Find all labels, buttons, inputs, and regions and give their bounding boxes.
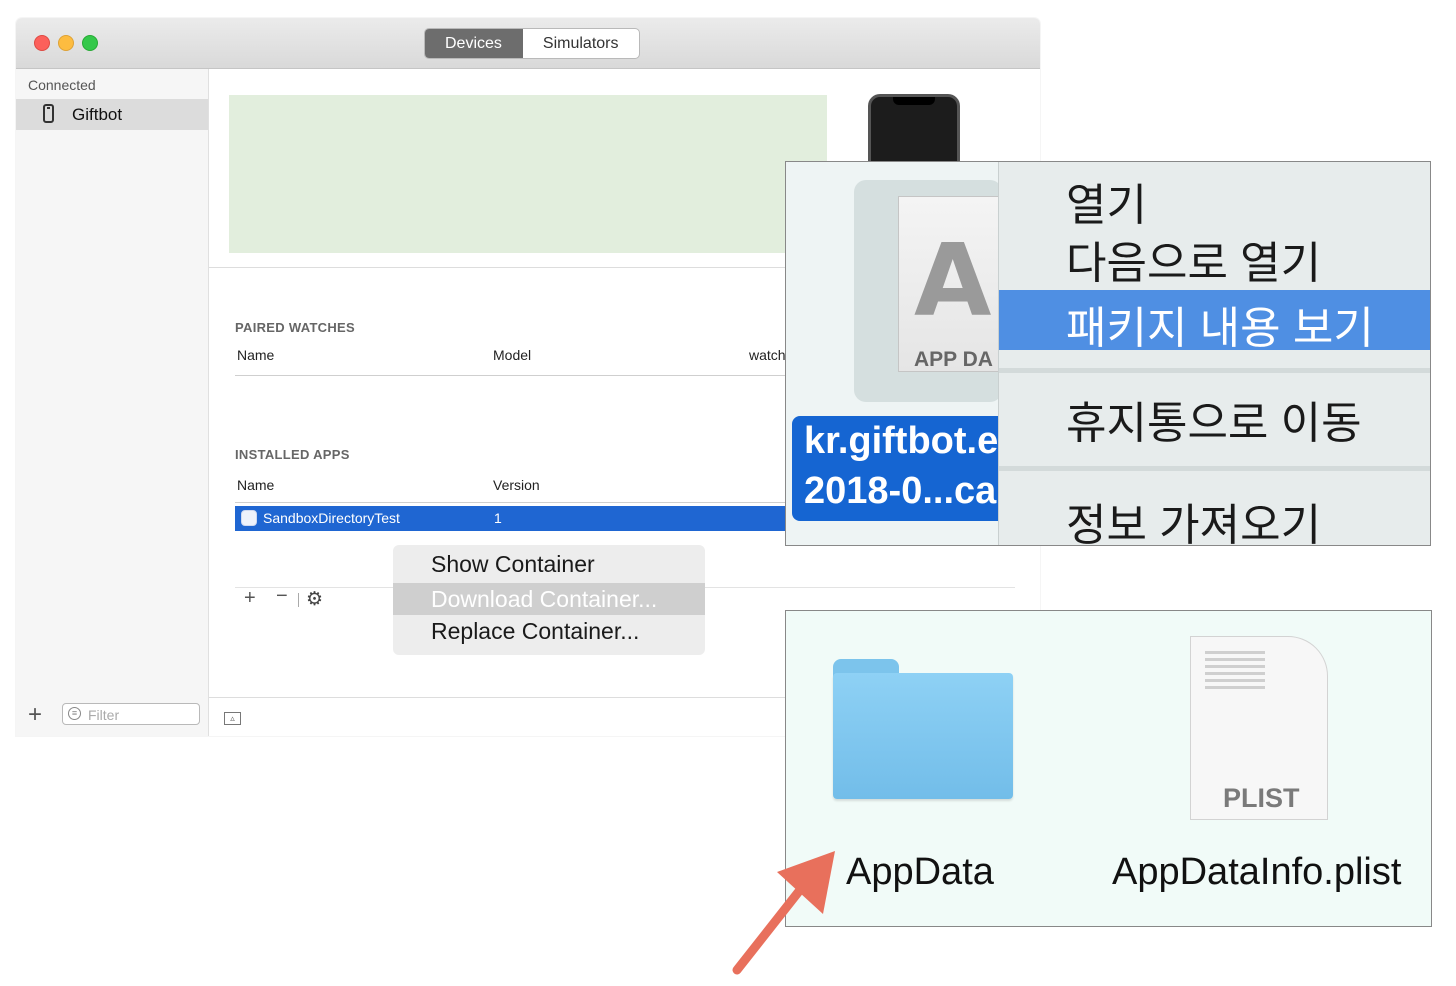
container-context-menu: Show Container Download Container... Rep…: [393, 545, 705, 655]
iphone-icon: [43, 104, 54, 123]
plist-file-icon[interactable]: PLIST: [1190, 636, 1328, 820]
menu-separator: [999, 466, 1430, 471]
paired-watches-title: PAIRED WATCHES: [235, 320, 356, 335]
file-name-selection[interactable]: kr.giftbot.e 2018-0...ca: [792, 416, 1008, 521]
console-toggle-icon[interactable]: ▵: [224, 712, 241, 725]
app-version-cell: 1: [494, 510, 502, 526]
add-device-button[interactable]: +: [28, 700, 42, 730]
app-icon: [241, 510, 257, 526]
menu-item-label: Download Container...: [431, 586, 658, 612]
device-sidebar: Connected Giftbot + ≡ Filter: [16, 69, 209, 736]
menu-item-open[interactable]: 열기: [999, 169, 1430, 230]
finder-context-menu-inset: A APP DA kr.giftbot.e 2018-0...ca 열기 다음으…: [785, 161, 1431, 546]
close-window-button[interactable]: [34, 35, 50, 51]
file-name-line2: 2018-0...ca: [804, 470, 997, 512]
finder-context-menu: 열기 다음으로 열기 패키지 내용 보기 휴지통으로 이동 정보 가져오기: [998, 162, 1430, 546]
toolbar-separator: [298, 593, 299, 607]
zoom-window-button[interactable]: [82, 35, 98, 51]
menu-item-replace-container[interactable]: Replace Container...: [393, 615, 705, 647]
filter-placeholder: Filter: [88, 707, 120, 723]
menu-item-show-package-contents[interactable]: 패키지 내용 보기: [999, 290, 1430, 353]
apps-column-version[interactable]: Version: [493, 477, 540, 493]
annotation-arrow-icon: [732, 851, 835, 975]
appdata-folder-name[interactable]: AppData: [846, 851, 994, 894]
finder-files-inset: AppData PLIST AppDataInfo.plist: [785, 610, 1432, 927]
sidebar-item-giftbot[interactable]: Giftbot: [16, 99, 208, 130]
sidebar-section-connected: Connected: [28, 77, 96, 93]
menu-item-open-with[interactable]: 다음으로 열기: [999, 227, 1430, 288]
device-info-banner: [229, 95, 827, 253]
sidebar-item-label: Giftbot: [72, 105, 123, 124]
device-notch: [893, 97, 935, 105]
watches-column-name[interactable]: Name: [237, 347, 274, 363]
apps-column-name[interactable]: Name: [237, 477, 274, 493]
menu-item-label: 휴지통으로 이동: [1066, 399, 1362, 448]
tab-devices[interactable]: Devices: [425, 29, 523, 58]
appdatainfo-plist-name[interactable]: AppDataInfo.plist: [1112, 851, 1401, 894]
file-icon-label: APP DA: [914, 348, 993, 371]
filter-icon: ≡: [68, 707, 81, 720]
devices-simulators-segmented-control: Devices Simulators: [424, 28, 641, 59]
menu-item-label: 패키지 내용 보기: [1066, 304, 1374, 353]
menu-item-label: 열기: [1066, 181, 1147, 230]
menu-item-download-container[interactable]: Download Container...: [393, 583, 705, 615]
tab-simulators[interactable]: Simulators: [523, 29, 640, 58]
add-app-button[interactable]: +: [244, 587, 256, 610]
menu-separator: [999, 368, 1430, 373]
app-store-icon: A: [914, 222, 992, 339]
installed-apps-title: INSTALLED APPS: [235, 447, 350, 462]
watches-column-watch[interactable]: watch: [749, 347, 786, 363]
menu-item-move-to-trash[interactable]: 휴지통으로 이동: [999, 387, 1430, 448]
watches-column-model[interactable]: Model: [493, 347, 531, 363]
app-name-cell: SandboxDirectoryTest: [263, 510, 400, 526]
menu-item-get-info[interactable]: 정보 가져오기: [999, 489, 1430, 546]
menu-item-label: 다음으로 열기: [1066, 239, 1322, 288]
filter-input[interactable]: ≡ Filter: [62, 703, 200, 725]
titlebar: Devices Simulators: [16, 18, 1040, 69]
plist-icon-label: PLIST: [1223, 783, 1300, 813]
menu-item-label: 정보 가져오기: [1066, 501, 1322, 546]
menu-item-label: Show Container: [431, 551, 595, 577]
folder-icon[interactable]: [833, 673, 1013, 799]
file-name-line1: kr.giftbot.e: [804, 420, 999, 462]
menu-item-label: Replace Container...: [431, 618, 640, 644]
plist-text-lines: [1205, 651, 1265, 689]
minimize-window-button[interactable]: [58, 35, 74, 51]
menu-item-show-container[interactable]: Show Container: [393, 548, 705, 580]
remove-app-button[interactable]: −: [276, 585, 288, 608]
sidebar-bottom-bar: + ≡ Filter: [16, 698, 208, 736]
gear-icon[interactable]: ⚙: [306, 588, 323, 611]
